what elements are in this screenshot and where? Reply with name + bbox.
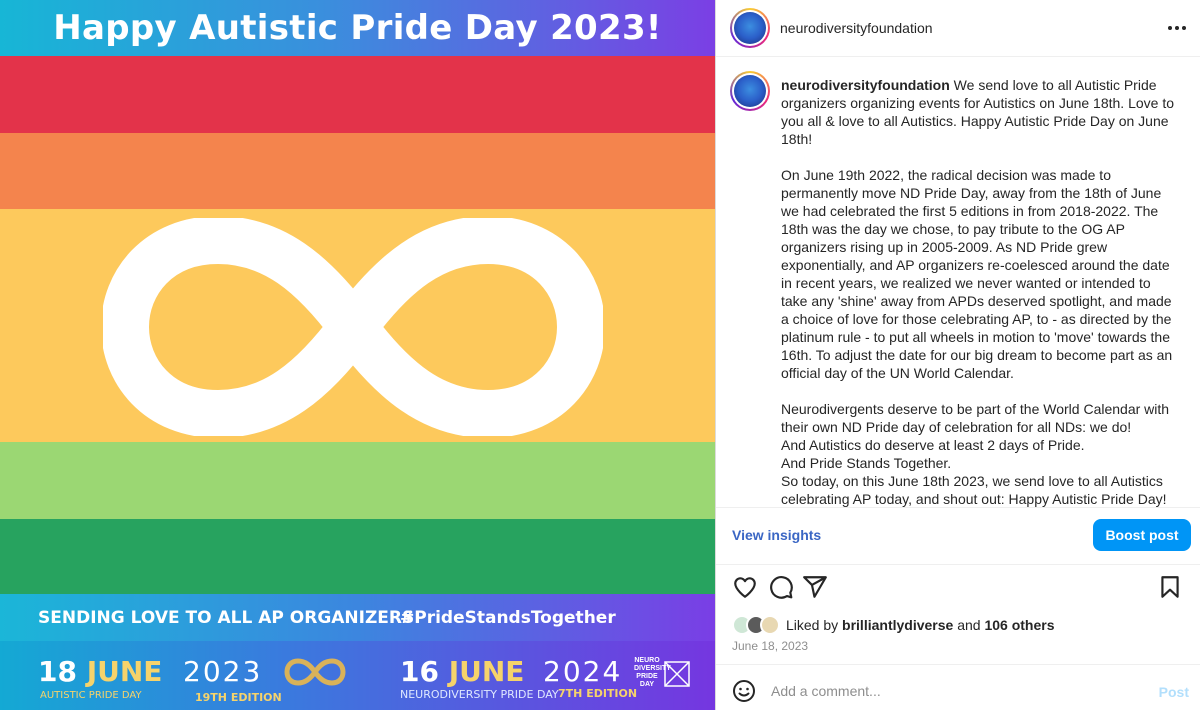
insights-row: View insights Boost post	[716, 507, 1200, 565]
post-side-panel: neurodiversityfoundation neurodiversityf…	[715, 0, 1200, 710]
footer-year-2: 2024	[543, 655, 623, 688]
post-comment-button[interactable]: Post	[1159, 684, 1189, 700]
image-banner: SENDING LOVE TO ALL AP ORGANIZERS #Pride…	[0, 594, 715, 641]
comment-row: Post	[716, 664, 1200, 710]
image-header-band: Happy Autistic Pride Day 2023!	[0, 0, 715, 56]
comment-input[interactable]	[771, 678, 1131, 704]
footer-edition-1: 19TH EDITION	[195, 691, 282, 704]
caption-text: neurodiversityfoundation We send love to…	[781, 76, 1179, 507]
header-username[interactable]: neurodiversityfoundation	[780, 20, 933, 36]
likes-prefix: Liked by	[786, 617, 843, 633]
stripe-green	[0, 519, 715, 594]
likes-middle: and	[953, 617, 985, 633]
likes-summary: Liked by brilliantlydiverse and 106 othe…	[732, 613, 1055, 637]
post-header: neurodiversityfoundation	[716, 0, 1200, 57]
image-footer: 18 JUNE 2023 AUTISTIC PRIDE DAY 19TH EDI…	[0, 641, 715, 710]
save-bookmark-icon[interactable]	[1157, 574, 1183, 600]
share-icon[interactable]	[802, 574, 828, 600]
image-title: Happy Autistic Pride Day 2023!	[53, 8, 662, 48]
emoji-icon[interactable]	[732, 679, 756, 703]
footer-sub-1: AUTISTIC PRIDE DAY	[40, 690, 142, 701]
footer-day-1: 18	[38, 655, 77, 688]
instagram-post-view: Happy Autistic Pride Day 2023! SENDING L…	[0, 0, 1200, 710]
stripe-light-green	[0, 442, 715, 519]
nd-pride-logo: NEURO DIVERSITY PRIDE DAY	[634, 657, 696, 701]
footer-year-1: 2023	[183, 655, 263, 688]
stripe-red	[0, 56, 715, 133]
footer-date-1: 18 JUNE	[38, 655, 162, 688]
likes-text: Liked by brilliantlydiverse and 106 othe…	[786, 617, 1055, 633]
liker-avatars[interactable]	[732, 615, 784, 635]
liker-username[interactable]: brilliantlydiverse	[842, 617, 953, 633]
banner-hashtag: #PrideStandsTogether	[400, 607, 616, 628]
caption-username[interactable]: neurodiversityfoundation	[781, 77, 950, 93]
caption-avatar-image	[734, 75, 766, 107]
avatar-image	[734, 12, 766, 44]
stripe-orange	[0, 133, 715, 209]
banner-left-text: SENDING LOVE TO ALL AP ORGANIZERS	[38, 607, 415, 628]
likes-others-link[interactable]: 106 others	[984, 617, 1054, 633]
liker-avatar	[760, 615, 780, 635]
caption-area: neurodiversityfoundation We send love to…	[716, 57, 1200, 507]
post-image[interactable]: Happy Autistic Pride Day 2023! SENDING L…	[0, 0, 715, 710]
footer-date-2: 16 JUNE	[400, 655, 524, 688]
footer-edition-2: 7TH EDITION	[558, 687, 638, 700]
more-horizontal-icon[interactable]	[1165, 18, 1189, 38]
boost-post-button[interactable]: Boost post	[1093, 519, 1191, 551]
caption-body: We send love to all Autistic Pride organ…	[781, 77, 1175, 507]
view-insights-link[interactable]: View insights	[732, 527, 821, 543]
avatar[interactable]	[730, 8, 770, 48]
post-date[interactable]: June 18, 2023	[732, 639, 808, 653]
footer-day-2: 16	[400, 655, 439, 688]
infinity-symbol-icon	[103, 218, 603, 436]
comment-icon[interactable]	[768, 574, 794, 600]
footer-month-1: JUNE	[86, 655, 163, 688]
nd-pride-logo-text: NEURO DIVERSITY PRIDE DAY	[634, 657, 671, 688]
caption-avatar[interactable]	[730, 71, 770, 111]
heart-icon[interactable]	[732, 574, 758, 600]
footer-sub-2: NEURODIVERSITY PRIDE DAY	[400, 688, 559, 701]
post-actions	[716, 570, 1200, 606]
gold-infinity-icon	[284, 658, 346, 686]
logo-box-icon	[664, 661, 690, 687]
footer-month-2: JUNE	[448, 655, 525, 688]
